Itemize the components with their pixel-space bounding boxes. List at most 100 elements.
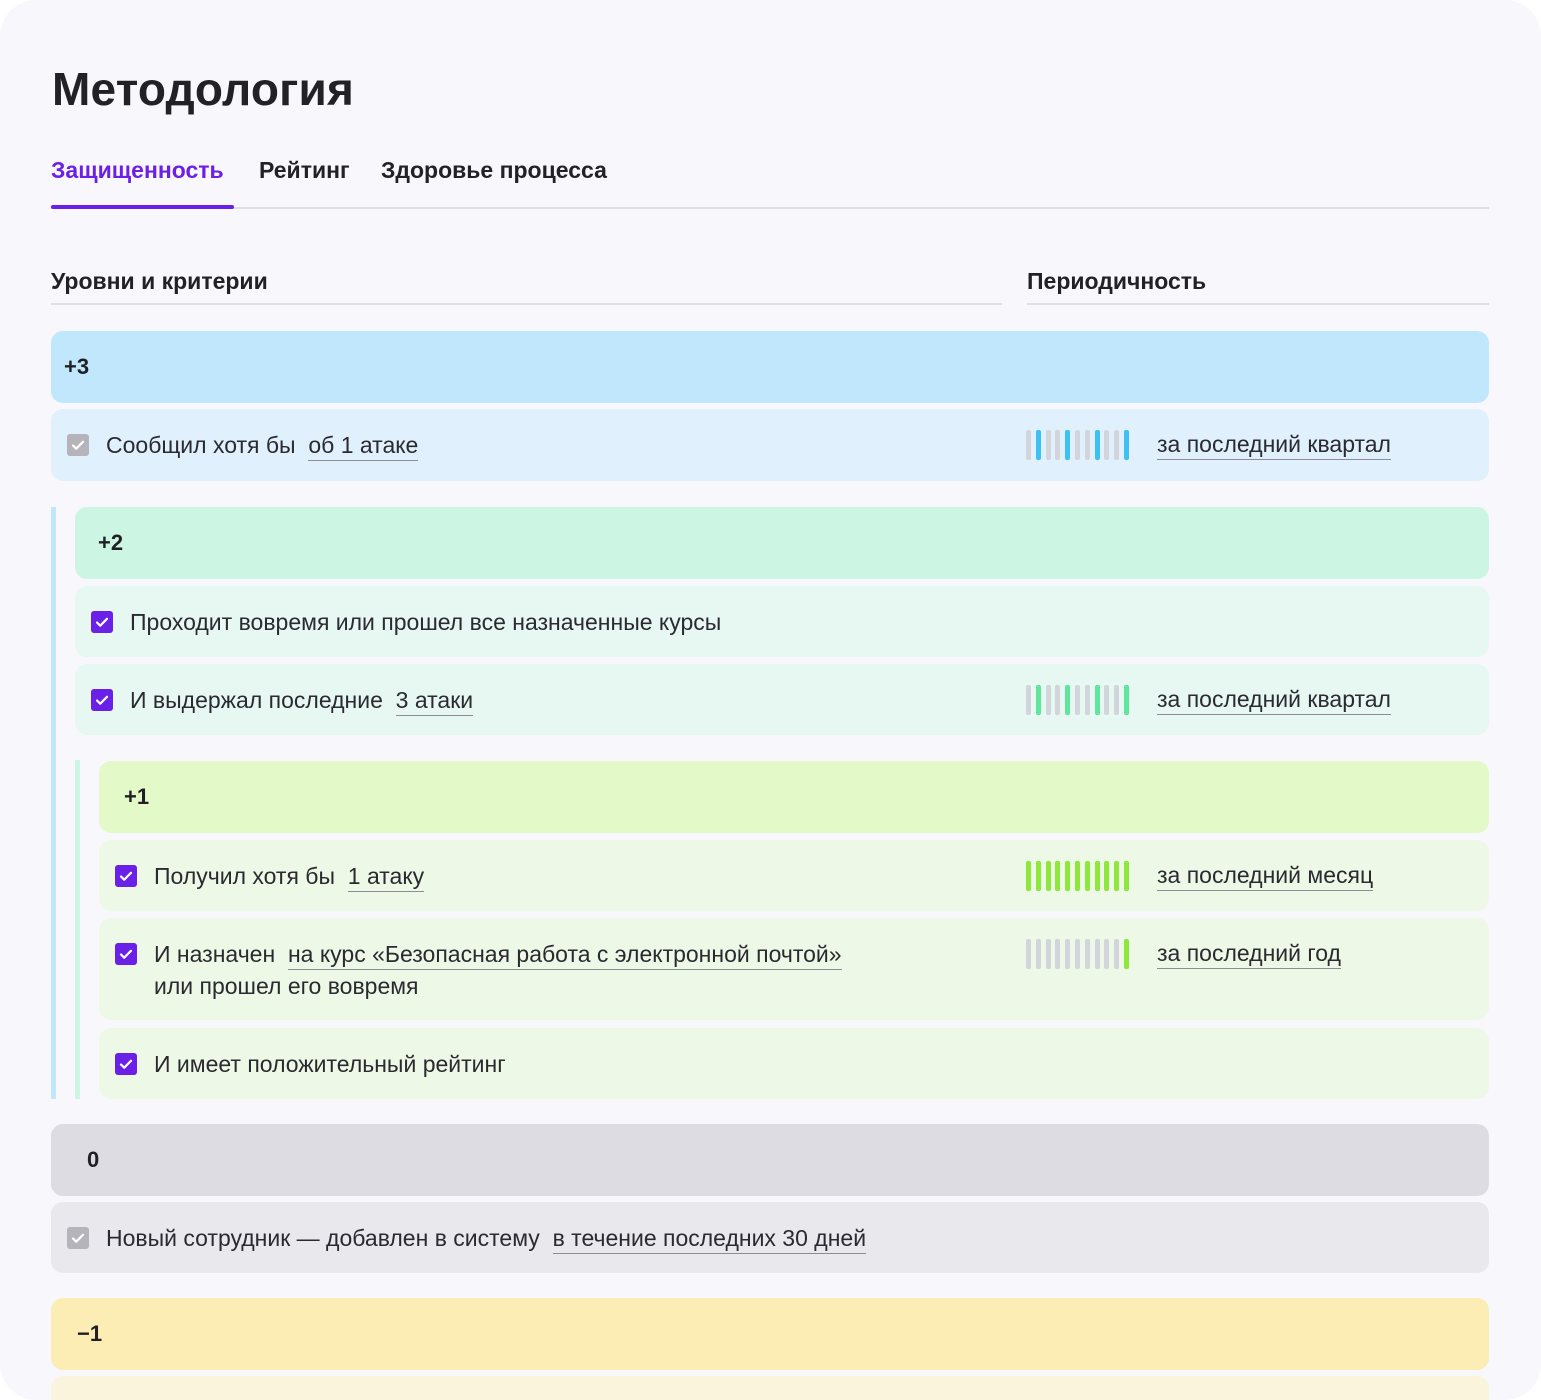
tab-security[interactable]: Защищенность	[51, 157, 224, 184]
frequency-bar	[1065, 861, 1071, 891]
frequency-bar	[1055, 939, 1061, 969]
period-value: за последний год	[1157, 937, 1341, 969]
frequency-bar	[1035, 861, 1041, 891]
criterion-text: Новый сотрудник — добавлен в систему в т…	[106, 1222, 867, 1254]
period-link[interactable]: за последний месяц	[1157, 862, 1374, 891]
criterion-value-link[interactable]: 3 атаки	[395, 687, 474, 716]
frequency-bar	[1094, 861, 1100, 891]
criterion-text: Проходит вовремя или прошел все назначен…	[130, 609, 722, 635]
criterion-value-link[interactable]: на курс «Безопасная работа с электронной…	[287, 941, 842, 970]
level-header-zero: 0	[51, 1124, 1489, 1196]
criterion-text: И имеет положительный рейтинг	[154, 1051, 506, 1077]
criterion-row	[51, 1376, 1489, 1400]
frequency-bars	[1026, 430, 1134, 460]
nesting-guide-plus2	[75, 760, 80, 1099]
checkbox[interactable]	[91, 611, 113, 633]
frequency-bar	[1026, 685, 1031, 715]
period-link[interactable]: за последний квартал	[1157, 431, 1391, 460]
period-link[interactable]: за последний год	[1157, 940, 1341, 969]
criterion-prefix: И назначен	[154, 941, 276, 967]
criterion-row: И выдержал последние 3 атаки за последни…	[75, 664, 1489, 735]
frequency-bars	[1026, 861, 1134, 891]
frequency-bar	[1045, 861, 1051, 891]
frequency-bar	[1124, 430, 1129, 460]
criterion-text: И назначен на курс «Безопасная работа с …	[154, 938, 842, 970]
frequency-bar	[1026, 939, 1031, 969]
criterion-text: Сообщил хотя бы об 1 атаке	[106, 429, 419, 461]
checkbox[interactable]	[91, 689, 113, 711]
criterion-prefix: Сообщил хотя бы	[106, 432, 296, 458]
criterion-row: И назначен на курс «Безопасная работа с …	[99, 918, 1489, 1020]
check-icon	[95, 617, 109, 627]
criterion-value-link[interactable]: 1 атаку	[347, 863, 425, 892]
frequency-bar	[1084, 685, 1090, 715]
period-value: за последний месяц	[1157, 859, 1374, 891]
check-icon	[119, 949, 133, 959]
level-header-plus1: +1	[99, 761, 1489, 833]
column-divider-period	[1027, 303, 1489, 305]
criterion-prefix: Новый сотрудник — добавлен в систему	[106, 1225, 540, 1251]
tabs: Защищенность Рейтинг Здоровье процесса	[51, 150, 1489, 210]
frequency-bar	[1104, 430, 1110, 460]
period-value: за последний квартал	[1157, 683, 1391, 715]
criterion-row: Получил хотя бы 1 атаку за последний мес…	[99, 840, 1489, 911]
checkbox[interactable]	[67, 1227, 89, 1249]
checkbox[interactable]	[115, 1053, 137, 1075]
tab-process-health[interactable]: Здоровье процесса	[381, 157, 607, 184]
level-header-plus3: +3	[51, 331, 1489, 403]
frequency-bar	[1114, 939, 1120, 969]
criterion-row: Проходит вовремя или прошел все назначен…	[75, 586, 1489, 657]
frequency-bar	[1104, 939, 1110, 969]
check-icon	[71, 440, 85, 450]
criterion-row: Новый сотрудник — добавлен в систему в т…	[51, 1202, 1489, 1273]
frequency-bar	[1114, 685, 1120, 715]
criterion-text: Получил хотя бы 1 атаку	[154, 860, 425, 892]
frequency-bar	[1124, 685, 1129, 715]
tab-rating[interactable]: Рейтинг	[259, 157, 350, 184]
frequency-bar	[1045, 430, 1051, 460]
period-value: за последний квартал	[1157, 428, 1391, 460]
frequency-bar	[1035, 685, 1041, 715]
methodology-card: Методология Защищенность Рейтинг Здоровь…	[0, 0, 1541, 1400]
frequency-bar	[1104, 861, 1110, 891]
frequency-bar	[1114, 861, 1120, 891]
frequency-bar	[1084, 939, 1090, 969]
frequency-bar	[1114, 430, 1120, 460]
criterion-row: Сообщил хотя бы об 1 атаке за последний …	[51, 409, 1489, 481]
frequency-bar	[1075, 861, 1080, 891]
tabs-divider	[51, 207, 1489, 209]
criterion-text-line2: или прошел его вовремя	[154, 973, 419, 999]
check-icon	[119, 871, 133, 881]
frequency-bar	[1045, 939, 1051, 969]
frequency-bar	[1104, 685, 1110, 715]
frequency-bar	[1065, 685, 1071, 715]
criterion-value-link[interactable]: об 1 атаке	[308, 432, 419, 461]
checkbox[interactable]	[115, 943, 137, 965]
criterion-value-link[interactable]: в течение последних 30 дней	[552, 1225, 867, 1254]
frequency-bar	[1084, 861, 1090, 891]
frequency-bar	[1124, 939, 1129, 969]
period-link[interactable]: за последний квартал	[1157, 686, 1391, 715]
frequency-bar	[1035, 939, 1041, 969]
active-tab-indicator	[51, 205, 234, 209]
frequency-bar	[1075, 430, 1080, 460]
frequency-bar	[1065, 939, 1071, 969]
criterion-prefix: Получил хотя бы	[154, 863, 335, 889]
page-title: Методология	[52, 63, 355, 115]
checkbox[interactable]	[115, 865, 137, 887]
checkbox[interactable]	[67, 434, 89, 456]
frequency-bar	[1065, 430, 1071, 460]
frequency-bar	[1035, 430, 1041, 460]
frequency-bar	[1084, 430, 1090, 460]
frequency-bar	[1026, 430, 1031, 460]
frequency-bar	[1055, 861, 1061, 891]
criterion-text: И выдержал последние 3 атаки	[130, 684, 474, 716]
check-icon	[119, 1059, 133, 1069]
check-icon	[95, 695, 109, 705]
criterion-prefix: И выдержал последние	[130, 687, 383, 713]
frequency-bar	[1094, 939, 1100, 969]
level-header-plus2: +2	[75, 507, 1489, 579]
column-divider-criteria	[51, 303, 1002, 305]
frequency-bar	[1075, 939, 1080, 969]
frequency-bar	[1055, 685, 1061, 715]
